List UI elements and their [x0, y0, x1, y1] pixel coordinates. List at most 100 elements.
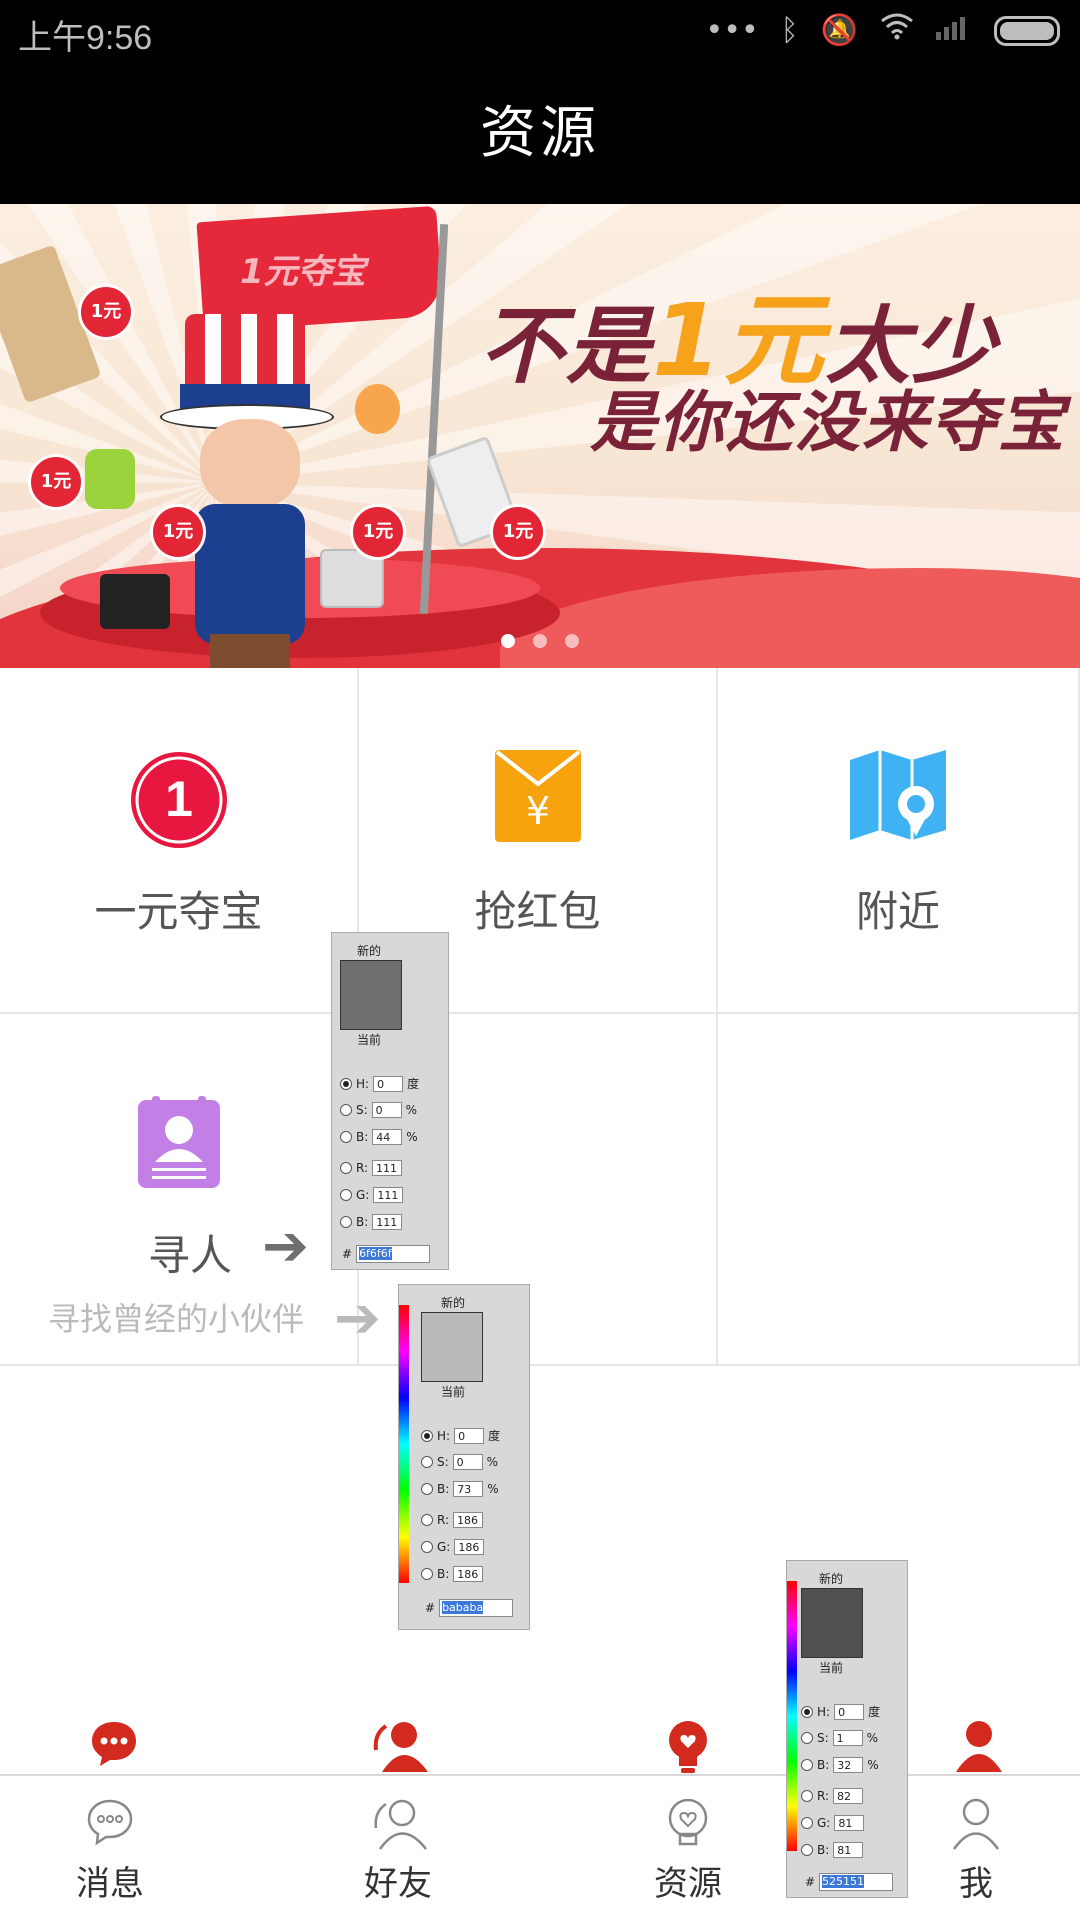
picker-row-hex[interactable]: #6f6f6f	[342, 1245, 431, 1263]
battery-icon	[994, 15, 1060, 46]
status-time: 上午9:56	[18, 19, 153, 57]
picker-row-b[interactable]: B: 44%	[340, 1129, 418, 1145]
picker-radio[interactable]	[421, 1429, 433, 1442]
picker-current-label: 当前	[441, 1385, 466, 1399]
picker-field-label: S:	[817, 1731, 829, 1745]
picker-row-b[interactable]: B: 32%	[801, 1757, 879, 1773]
picker-radio[interactable]	[801, 1732, 813, 1744]
banner-dot[interactable]	[565, 634, 579, 648]
grid-item-find-people[interactable]: 寻人 寻找曾经的小伙伴	[0, 1014, 359, 1366]
picker-hash-label: #	[805, 1875, 816, 1889]
picker-row-bl[interactable]: B: 186	[421, 1566, 484, 1582]
picker-row-g[interactable]: G: 186	[421, 1539, 485, 1555]
picker-input-b[interactable]: 73	[453, 1481, 484, 1497]
picker-radio[interactable]	[421, 1514, 433, 1526]
banner-dot[interactable]	[501, 634, 515, 648]
tab-resources[interactable]: 资源	[608, 1776, 768, 1922]
picker-hex-input[interactable]: 6f6f6f	[356, 1245, 431, 1263]
picker-row-b[interactable]: B: 73%	[421, 1481, 499, 1497]
picker-input-b[interactable]: 44	[372, 1129, 403, 1145]
banner-pagination[interactable]	[0, 634, 1080, 648]
picker-input-r[interactable]: 111	[372, 1160, 403, 1176]
tab-me[interactable]: 我	[896, 1776, 1056, 1922]
status-icons: ••• ᛒ 🔕	[706, 12, 1060, 49]
picker-swatch	[801, 1588, 863, 1658]
picker-hue-spectrum[interactable]	[399, 1305, 409, 1583]
grid-item-one-yuan[interactable]: 1 一元夺宝	[0, 668, 359, 1014]
picker-row-h[interactable]: H: 0 度	[421, 1427, 500, 1444]
picker-current-label: 当前	[357, 1033, 382, 1047]
picker-radio[interactable]	[801, 1817, 813, 1829]
picker-radio[interactable]	[421, 1456, 433, 1468]
color-picker-panel[interactable]: 新的 当前 H: 0 度 S: 0% B: 73% R: 186 G: 186 B: 186 …	[398, 1284, 530, 1630]
picker-radio[interactable]	[421, 1483, 433, 1495]
picker-row-hex[interactable]: #525151	[805, 1873, 894, 1891]
picker-hex-input[interactable]: 525151	[819, 1873, 894, 1891]
picker-swatch	[340, 960, 402, 1030]
tab-label: 我	[959, 1864, 993, 1904]
picker-input-bl[interactable]: 81	[833, 1842, 864, 1858]
picker-row-g[interactable]: G: 111	[340, 1187, 404, 1203]
picker-radio[interactable]	[421, 1541, 433, 1553]
picker-row-r[interactable]: R: 111	[340, 1160, 403, 1176]
picker-input-g[interactable]: 186	[454, 1539, 485, 1555]
picker-current-label: 当前	[819, 1661, 844, 1675]
picker-field-label: B:	[817, 1758, 830, 1772]
picker-field-label: R:	[356, 1161, 369, 1175]
picker-row-bl[interactable]: B: 111	[340, 1214, 403, 1230]
picker-input-h[interactable]: 0	[834, 1703, 865, 1720]
picker-input-bl[interactable]: 186	[453, 1566, 484, 1582]
picker-radio[interactable]	[340, 1077, 352, 1090]
picker-row-r[interactable]: R: 82	[801, 1788, 864, 1804]
map-pin-icon	[850, 750, 946, 844]
picker-hex-input[interactable]: bababa	[439, 1599, 514, 1617]
picker-row-h[interactable]: H: 0 度	[801, 1703, 880, 1720]
tab-label: 消息	[76, 1864, 144, 1904]
grid-item-nearby[interactable]: 附近	[718, 668, 1080, 1014]
tab-messages[interactable]: 消息	[30, 1776, 190, 1922]
picker-radio[interactable]	[340, 1189, 352, 1201]
picker-row-bl[interactable]: B: 81	[801, 1842, 864, 1858]
message-bubble-outline-icon	[86, 1798, 134, 1850]
picker-input-h[interactable]: 0	[454, 1427, 485, 1444]
picker-radio[interactable]	[801, 1759, 813, 1771]
picker-radio[interactable]	[340, 1162, 352, 1174]
picker-input-s[interactable]: 0	[452, 1454, 483, 1470]
banner-dot[interactable]	[533, 634, 547, 648]
coin-badge: 1元	[28, 454, 84, 510]
picker-radio[interactable]	[340, 1104, 352, 1116]
picker-input-s[interactable]: 0	[371, 1102, 402, 1118]
picker-input-g[interactable]: 81	[834, 1815, 865, 1831]
picker-radio[interactable]	[801, 1705, 813, 1718]
picker-input-s[interactable]: 1	[832, 1730, 863, 1746]
picker-row-h[interactable]: H: 0 度	[340, 1075, 419, 1092]
picker-input-r[interactable]: 82	[833, 1788, 864, 1804]
picker-input-r[interactable]: 186	[453, 1512, 484, 1528]
picker-hue-spectrum[interactable]	[787, 1581, 797, 1851]
picker-radio[interactable]	[801, 1844, 813, 1856]
picker-unit: %	[487, 1482, 499, 1496]
color-picker-panel[interactable]: 新的 当前 H: 0 度 S: 0% B: 44% R: 111 G: 111 B: 111 …	[331, 932, 449, 1270]
picker-radio[interactable]	[340, 1131, 352, 1143]
picker-row-g[interactable]: G: 81	[801, 1815, 865, 1831]
picker-new-label: 新的	[819, 1572, 844, 1586]
picker-input-h[interactable]: 0	[373, 1075, 404, 1092]
picker-row-s[interactable]: S: 0%	[340, 1102, 417, 1118]
picker-row-s[interactable]: S: 0%	[421, 1454, 498, 1470]
color-picker-panel[interactable]: 新的 当前 H: 0 度 S: 1% B: 32% R: 82 G: 81 B: 81 #52…	[786, 1560, 908, 1898]
picker-input-bl[interactable]: 111	[372, 1214, 403, 1230]
picker-field-label: G:	[817, 1816, 831, 1830]
picker-row-s[interactable]: S: 1%	[801, 1730, 878, 1746]
picker-row-hex[interactable]: # bababa	[425, 1599, 514, 1617]
contact-card-icon	[137, 1096, 220, 1192]
picker-radio[interactable]	[421, 1568, 433, 1580]
picker-row-r[interactable]: R: 186	[421, 1512, 484, 1528]
picker-input-g[interactable]: 111	[373, 1187, 404, 1203]
red-envelope-icon: ¥	[494, 750, 581, 846]
picker-input-b[interactable]: 32	[833, 1757, 864, 1773]
wifi-icon	[880, 12, 914, 49]
tab-friends[interactable]: 好友	[318, 1776, 478, 1922]
picker-radio[interactable]	[340, 1216, 352, 1228]
picker-radio[interactable]	[801, 1790, 813, 1802]
promo-banner[interactable]: 1元夺宝 1元 1元 1元 1元 1元 不是1元太少 是你还没来夺宝	[0, 204, 1080, 668]
